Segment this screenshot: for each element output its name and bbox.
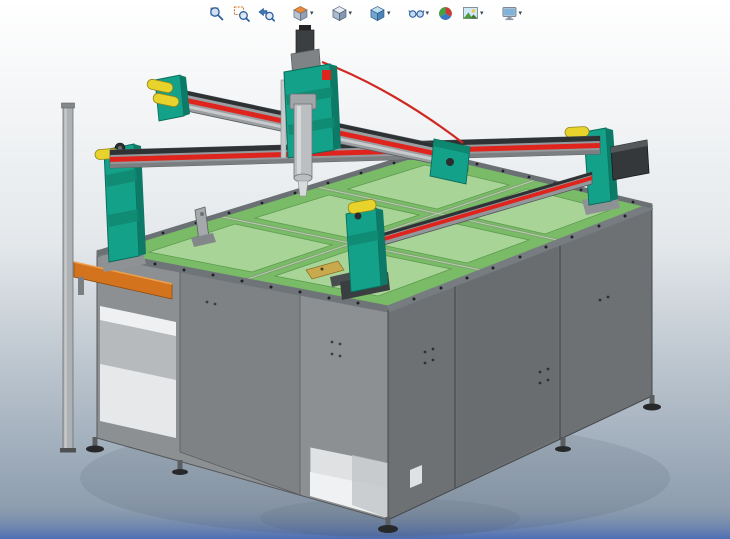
section-view-button[interactable]: ▾: [289, 3, 317, 24]
dropdown-arrow: ▾: [387, 10, 391, 17]
zoom-to-fit-button[interactable]: [205, 3, 228, 24]
heads-up-view-toolbar: ▾ ▾ ▾ ▾: [205, 3, 525, 24]
view-settings-button[interactable]: ▾: [498, 3, 526, 24]
display-style-button[interactable]: ▾: [366, 3, 394, 24]
zoom-to-area-button[interactable]: [230, 3, 253, 24]
zoom-to-fit-icon: [208, 5, 225, 22]
section-view-icon: [292, 5, 309, 22]
apply-scene-button[interactable]: ▾: [459, 3, 487, 24]
hide-show-items-button[interactable]: ▾: [405, 3, 433, 24]
dropdown-arrow: ▾: [348, 10, 352, 17]
hide-show-items-icon: [408, 5, 425, 22]
dropdown-arrow: ▾: [426, 10, 430, 17]
cad-viewport[interactable]: [0, 0, 730, 539]
view-orientation-icon: [330, 5, 347, 22]
dropdown-arrow: ▾: [480, 10, 484, 17]
previous-view-icon: [258, 5, 275, 22]
zoom-to-area-icon: [233, 5, 250, 22]
dropdown-arrow: ▾: [310, 10, 314, 17]
edit-appearance-icon: [437, 5, 454, 22]
view-orientation-button[interactable]: ▾: [327, 3, 355, 24]
previous-view-button[interactable]: [255, 3, 278, 24]
display-style-icon: [369, 5, 386, 22]
dropdown-arrow: ▾: [519, 10, 523, 17]
view-settings-icon: [501, 5, 518, 22]
edit-appearance-button[interactable]: [434, 3, 457, 24]
apply-scene-icon: [462, 5, 479, 22]
